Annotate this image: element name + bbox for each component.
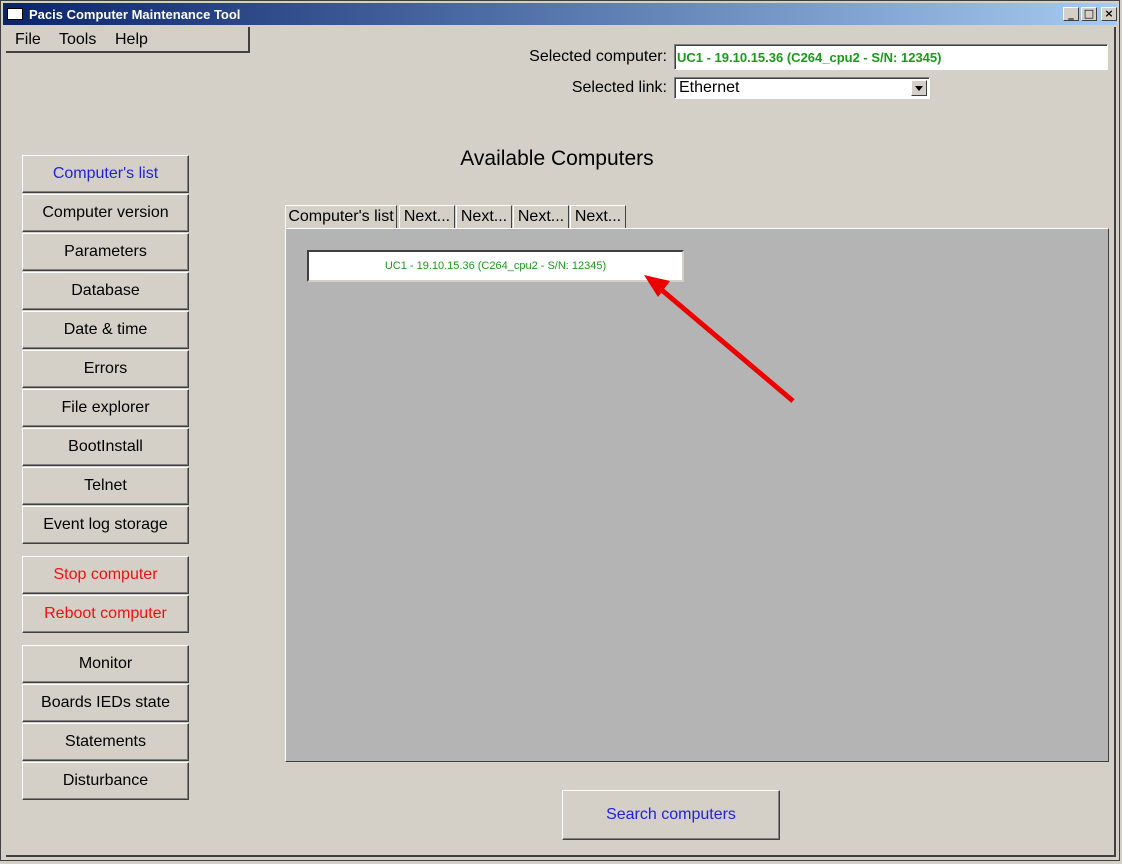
search-computers-button[interactable]: Search computers <box>562 790 780 840</box>
app-window: Pacis Computer Maintenance Tool _ □ × Fi… <box>0 0 1120 861</box>
annotation-arrow-icon <box>644 275 795 403</box>
